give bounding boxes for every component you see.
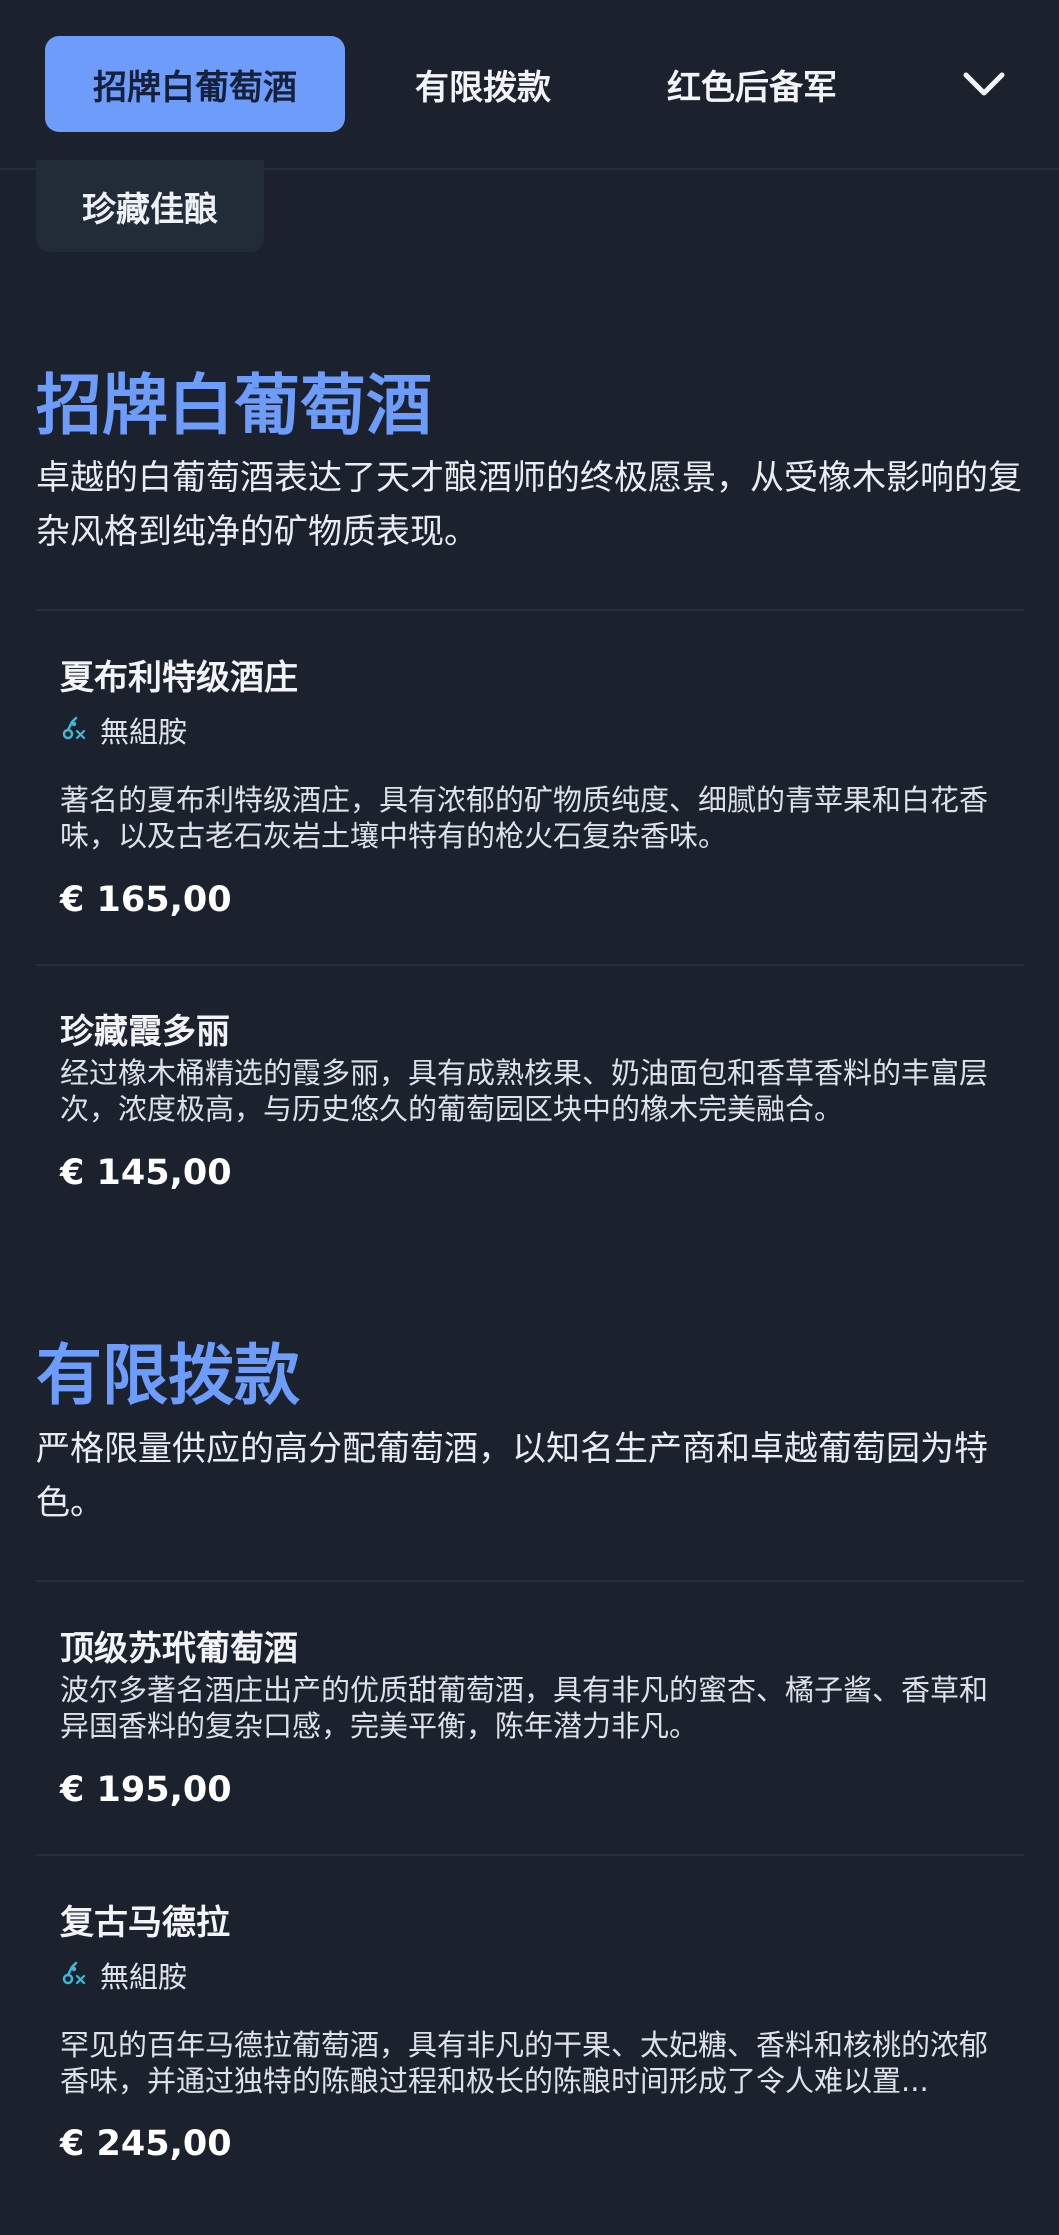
allergen-label: 無組胺 xyxy=(100,1960,188,1994)
section-description: 严格限量供应的高分配葡萄酒，以知名生产商和卓越葡萄园为特色。 xyxy=(36,1429,988,1523)
tab-limited-allocation[interactable]: 有限拨款 xyxy=(378,36,588,132)
item-name[interactable]: 夏布利特级酒庄 xyxy=(60,650,298,699)
allergen-tag: 無組胺 xyxy=(60,712,188,749)
item-name[interactable]: 复古马德拉 xyxy=(60,1895,230,1944)
section-description: 卓越的白葡萄酒表达了天才酿酒师的终极愿景，从受橡木影响的复杂风格到纯净的矿物质表… xyxy=(36,458,1022,552)
divider xyxy=(36,1854,1024,1856)
divider xyxy=(36,964,1024,966)
item-description: 波尔多著名酒庄出产的优质甜葡萄酒，具有非凡的蜜杏、橘子酱、香草和异国香料的复杂口… xyxy=(60,1673,989,1743)
menu-page: 招牌白葡萄酒 有限拨款 红色后备军 珍藏佳酿 招牌白葡萄酒 卓越的白葡萄酒表达了… xyxy=(0,0,1059,2235)
divider xyxy=(36,1580,1024,1582)
item-description: 经过橡木桶精选的霞多丽，具有成熟核果、奶油面包和香草香料的丰富层次，浓度极高，与… xyxy=(60,1056,989,1126)
allergen-label: 無組胺 xyxy=(100,715,188,749)
category-nav: 招牌白葡萄酒 有限拨款 红色后备军 xyxy=(0,0,1059,170)
item-description: 罕见的百年马德拉葡萄酒，具有非凡的干果、太妃糖、香料和核桃的浓郁香味，并通过独特… xyxy=(60,2028,989,2098)
item-price: € 145,00 xyxy=(60,1153,232,1193)
section-title: 招牌白葡萄酒 xyxy=(36,367,432,444)
item-price: € 245,00 xyxy=(60,2124,232,2164)
tab-red-reserve[interactable]: 红色后备军 xyxy=(632,36,872,132)
allergen-tag: 無組胺 xyxy=(60,1957,188,1994)
histamine-free-icon xyxy=(60,1959,86,1991)
item-name[interactable]: 珍藏霞多丽 xyxy=(60,1004,230,1053)
item-price: € 195,00 xyxy=(60,1770,232,1810)
tab-reserve-vintage[interactable]: 珍藏佳酿 xyxy=(36,160,264,252)
chevron-down-icon[interactable] xyxy=(954,56,1014,112)
item-price: € 165,00 xyxy=(60,880,232,920)
item-name[interactable]: 顶级苏玳葡萄酒 xyxy=(60,1621,298,1670)
section-title: 有限拨款 xyxy=(36,1337,300,1414)
tab-signature-whites[interactable]: 招牌白葡萄酒 xyxy=(45,36,345,132)
histamine-free-icon xyxy=(60,714,86,746)
item-description: 著名的夏布利特级酒庄，具有浓郁的矿物质纯度、细腻的青苹果和白花香味，以及古老石灰… xyxy=(60,783,989,853)
divider xyxy=(36,609,1024,611)
